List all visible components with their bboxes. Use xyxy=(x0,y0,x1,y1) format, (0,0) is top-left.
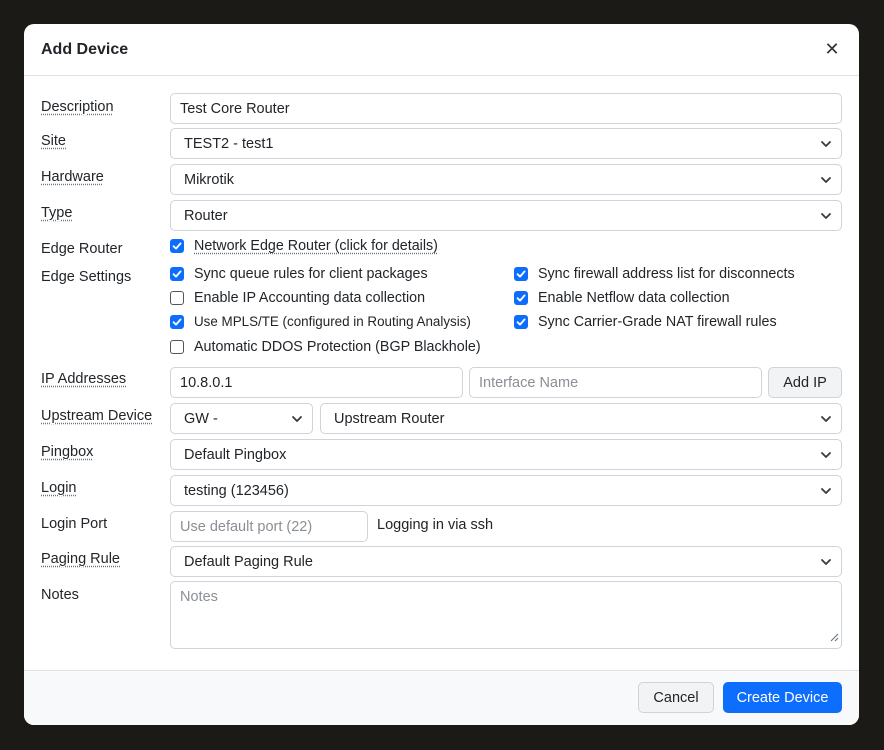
checkbox-unchecked-icon xyxy=(170,291,184,305)
modal-header: Add Device ✕ xyxy=(24,24,859,76)
login-label: Login xyxy=(41,480,77,496)
interface-name-input[interactable]: Interface Name xyxy=(469,367,762,398)
edge-setting-label: Use MPLS/TE (configured in Routing Analy… xyxy=(194,314,471,329)
type-value: Router xyxy=(184,207,228,224)
edge-setting-label: Sync Carrier-Grade NAT firewall rules xyxy=(538,314,777,330)
resize-grip-icon[interactable] xyxy=(830,630,839,646)
notes-label: Notes xyxy=(41,587,79,603)
login-value: testing (123456) xyxy=(184,482,289,499)
checkbox-checked-icon xyxy=(514,291,528,305)
notes-placeholder: Notes xyxy=(180,589,218,605)
paging-rule-select[interactable]: Default Paging Rule xyxy=(170,546,842,577)
edge-router-checkbox-label[interactable]: Network Edge Router (click for details) xyxy=(194,238,438,254)
login-port-label: Login Port xyxy=(41,516,108,532)
checkbox-checked-icon xyxy=(170,314,184,329)
cancel-button[interactable]: Cancel xyxy=(638,682,714,713)
modal-title: Add Device xyxy=(41,40,129,58)
type-select[interactable]: Router xyxy=(170,200,842,231)
chevron-down-icon xyxy=(820,413,832,425)
chevron-down-icon xyxy=(820,556,832,568)
chevron-down-icon xyxy=(291,413,303,425)
chevron-down-icon xyxy=(820,138,832,150)
ip-addresses-label: IP Addresses xyxy=(41,371,127,387)
description-label: Description xyxy=(41,99,114,115)
pingbox-select[interactable]: Default Pingbox xyxy=(170,439,842,470)
site-label: Site xyxy=(41,133,66,149)
hardware-value: Mikrotik xyxy=(184,171,234,188)
chevron-down-icon xyxy=(820,449,832,461)
site-select[interactable]: TEST2 - test1 xyxy=(170,128,842,159)
modal-body: Description Test Core Router Site TEST2 … xyxy=(24,76,859,670)
upstream-device-label: Upstream Device xyxy=(41,408,153,424)
checkbox-checked-icon xyxy=(514,267,528,281)
add-device-modal: Add Device ✕ Description Test Core Route… xyxy=(24,24,859,725)
checkbox-checked-icon xyxy=(170,267,184,281)
edge-setting-label: Sync queue rules for client packages xyxy=(194,266,428,282)
pingbox-value: Default Pingbox xyxy=(184,446,287,463)
login-port-placeholder: Use default port (22) xyxy=(180,518,313,535)
edge-setting-label: Enable Netflow data collection xyxy=(538,290,730,306)
edge-setting-label: Enable IP Accounting data collection xyxy=(194,290,426,306)
description-input[interactable]: Test Core Router xyxy=(170,93,842,124)
edge-setting-ip-accounting[interactable]: Enable IP Accounting data collection xyxy=(170,290,425,306)
type-label: Type xyxy=(41,205,73,221)
edge-setting-netflow[interactable]: Enable Netflow data collection xyxy=(514,290,730,306)
create-device-button[interactable]: Create Device xyxy=(723,682,842,713)
edge-setting-mpls[interactable]: Use MPLS/TE (configured in Routing Analy… xyxy=(170,314,471,329)
hardware-label: Hardware xyxy=(41,169,104,185)
chevron-down-icon xyxy=(820,485,832,497)
modal-footer: Cancel Create Device xyxy=(24,670,859,725)
upstream-router-value: Upstream Router xyxy=(334,410,445,427)
paging-rule-label: Paging Rule xyxy=(41,551,120,567)
login-select[interactable]: testing (123456) xyxy=(170,475,842,506)
upstream-router-select[interactable]: Upstream Router xyxy=(320,403,842,434)
edge-setting-label: Sync firewall address list for disconnec… xyxy=(538,266,795,282)
ip-address-value: 10.8.0.1 xyxy=(180,374,233,391)
login-port-note: Logging in via ssh xyxy=(377,517,494,533)
add-ip-button[interactable]: Add IP xyxy=(768,367,842,398)
paging-rule-value: Default Paging Rule xyxy=(184,553,313,570)
edge-setting-label: Automatic DDOS Protection (BGP Blackhole… xyxy=(194,339,481,355)
pingbox-label: Pingbox xyxy=(41,444,94,460)
description-value: Test Core Router xyxy=(180,100,290,117)
notes-textarea[interactable]: Notes xyxy=(170,581,842,649)
checkbox-unchecked-icon xyxy=(170,340,184,354)
edge-router-checkbox[interactable]: Network Edge Router (click for details) xyxy=(170,238,438,254)
site-value: TEST2 - test1 xyxy=(184,135,274,152)
edge-setting-cgnat[interactable]: Sync Carrier-Grade NAT firewall rules xyxy=(514,314,777,330)
login-port-input[interactable]: Use default port (22) xyxy=(170,511,368,542)
close-icon[interactable]: ✕ xyxy=(822,39,842,60)
checkbox-checked-icon xyxy=(514,315,528,329)
interface-name-placeholder: Interface Name xyxy=(479,374,579,391)
edge-setting-sync-queue[interactable]: Sync queue rules for client packages xyxy=(170,266,428,282)
edge-router-label: Edge Router xyxy=(41,241,123,257)
upstream-gw-value: GW - xyxy=(184,410,218,427)
edge-setting-sync-firewall[interactable]: Sync firewall address list for disconnec… xyxy=(514,266,795,282)
checkbox-checked-icon xyxy=(170,239,184,253)
chevron-down-icon xyxy=(820,174,832,186)
ip-address-input[interactable]: 10.8.0.1 xyxy=(170,367,463,398)
upstream-gw-select[interactable]: GW - xyxy=(170,403,313,434)
chevron-down-icon xyxy=(820,210,832,222)
hardware-select[interactable]: Mikrotik xyxy=(170,164,842,195)
edge-settings-label: Edge Settings xyxy=(41,269,132,285)
edge-setting-ddos[interactable]: Automatic DDOS Protection (BGP Blackhole… xyxy=(170,339,481,355)
